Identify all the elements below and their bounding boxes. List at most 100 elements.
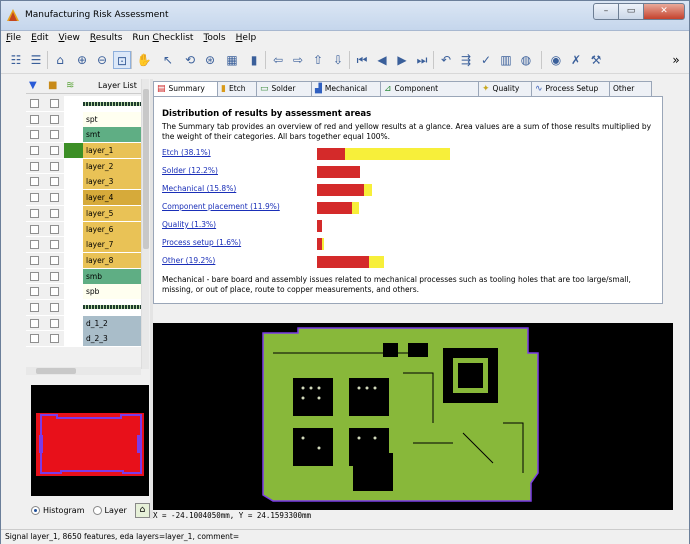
pcb-viewer[interactable]	[153, 323, 673, 510]
last-icon[interactable]: ⏭	[413, 51, 431, 69]
list-icon[interactable]: ☰	[27, 51, 45, 69]
layer-visible-checkbox[interactable]	[30, 130, 39, 140]
layer-row[interactable]: layer_8	[26, 252, 141, 269]
layer-row[interactable]: layer_5	[26, 205, 141, 222]
assessment-link[interactable]: Process setup (1.6%)	[162, 238, 241, 247]
layer-lock-checkbox[interactable]	[50, 318, 59, 328]
layer-row[interactable]: layer_2	[26, 158, 141, 175]
layer-visible-checkbox[interactable]	[30, 177, 39, 187]
layer-visible-checkbox[interactable]	[30, 271, 39, 281]
chart-icon[interactable]: ▮	[245, 51, 263, 69]
measure-icon[interactable]: ⟲	[181, 51, 199, 69]
arrow-up-icon[interactable]: ⇧	[309, 51, 327, 69]
layer-color-swatch[interactable]	[64, 143, 83, 159]
undo-icon[interactable]: ↶	[437, 51, 455, 69]
tab-summary[interactable]: ▤ Summary	[153, 81, 218, 97]
layer-color-swatch[interactable]	[64, 190, 83, 206]
layer-color-swatch[interactable]	[64, 174, 83, 190]
layer-lock-checkbox[interactable]	[50, 146, 59, 156]
layer-row[interactable]: d_1_2	[26, 315, 141, 332]
layer-row[interactable]: layer_6	[26, 221, 141, 238]
layer-lock-checkbox[interactable]	[50, 287, 59, 297]
layer-row[interactable]: smb	[26, 268, 141, 285]
layer-visible-checkbox[interactable]	[30, 255, 39, 265]
layers-stack-icon[interactable]: ≋	[66, 80, 74, 91]
layer-lock-checkbox[interactable]	[50, 271, 59, 281]
layer-visible-checkbox[interactable]	[30, 318, 39, 328]
layer-color-swatch[interactable]	[64, 96, 83, 111]
layer-color-swatch[interactable]	[64, 221, 83, 237]
eye-icon[interactable]: ◉	[547, 51, 565, 69]
first-icon[interactable]: ⏮	[353, 51, 371, 69]
menu-tools[interactable]: Tools	[198, 31, 230, 46]
layer-row[interactable]: layer_3	[26, 174, 141, 191]
menu-help[interactable]: Help	[231, 31, 262, 46]
assessment-link[interactable]: Component placement (11.9%)	[162, 202, 280, 211]
lock-icon[interactable]: ■	[48, 80, 57, 91]
next-icon[interactable]: ▶	[393, 51, 411, 69]
layer-lock-checkbox[interactable]	[50, 334, 59, 344]
layer-color-swatch[interactable]	[64, 158, 83, 174]
layer-visible-checkbox[interactable]	[30, 287, 39, 297]
layer-color-swatch[interactable]	[64, 127, 83, 143]
layer-lock-checkbox[interactable]	[50, 161, 59, 171]
tab-etch[interactable]: ▮ Etch	[217, 81, 257, 96]
layer-visible-checkbox[interactable]	[30, 224, 39, 234]
tab-other[interactable]: Other	[609, 81, 652, 96]
arrow-down-icon[interactable]: ⇩	[329, 51, 347, 69]
assessment-link[interactable]: Solder (12.2%)	[162, 166, 218, 175]
layer-row[interactable]: spt	[26, 111, 141, 128]
layer-visible-checkbox[interactable]	[30, 302, 39, 312]
zoom-select-icon[interactable]: ⊡	[113, 51, 131, 69]
drop-icon[interactable]: ◍	[517, 51, 535, 69]
layer-color-swatch[interactable]	[64, 315, 83, 331]
layer-color-swatch[interactable]	[64, 268, 83, 284]
layer-lock-checkbox[interactable]	[50, 224, 59, 234]
home-icon[interactable]: ⌂	[51, 51, 69, 69]
menu-view[interactable]: View	[54, 31, 85, 46]
minimize-button[interactable]: –	[593, 3, 619, 20]
zoom-in-icon[interactable]: ⊕	[73, 51, 91, 69]
layer-visible-checkbox[interactable]	[30, 161, 39, 171]
layers-icon[interactable]: ☷	[7, 51, 25, 69]
bars-icon[interactable]: ▥	[497, 51, 515, 69]
assessment-link[interactable]: Quality (1.3%)	[162, 220, 216, 229]
layer-row[interactable]: layer_1	[26, 143, 141, 159]
layer-color-swatch[interactable]	[64, 299, 83, 315]
tab-component-placement[interactable]: ⊿Component Placement	[380, 81, 479, 107]
layer-visible-checkbox[interactable]	[30, 99, 39, 108]
close-x-icon[interactable]: ✗	[567, 51, 585, 69]
layer-row[interactable]: d_2_3	[26, 331, 141, 347]
layer-list-scrollbar[interactable]	[141, 79, 149, 369]
menu-run-checklist[interactable]: Run Checklist	[127, 31, 198, 46]
layer-row[interactable]: spb	[26, 284, 141, 300]
zoom-out-icon[interactable]: ⊖	[93, 51, 111, 69]
layer-color-swatch[interactable]	[64, 331, 83, 347]
layer-color-swatch[interactable]	[64, 205, 83, 221]
export-icon[interactable]: ⌂	[134, 503, 150, 518]
layer-row[interactable]: layer_7	[26, 237, 141, 253]
tab-solder[interactable]: ▭ Solder	[256, 81, 312, 96]
pointer-icon[interactable]: ↖	[159, 51, 177, 69]
layer-visible-checkbox[interactable]	[30, 114, 39, 124]
layer-lock-checkbox[interactable]	[50, 302, 59, 312]
layer-row[interactable]	[26, 96, 141, 112]
layer-visible-checkbox[interactable]	[30, 193, 39, 203]
layer-lock-checkbox[interactable]	[50, 255, 59, 265]
assessment-link[interactable]: Other (19.2%)	[162, 256, 215, 265]
menu-file[interactable]: File	[1, 31, 26, 46]
layer-color-swatch[interactable]	[64, 237, 83, 253]
layer-radio[interactable]	[92, 506, 102, 515]
hscroll-thumb[interactable]	[36, 368, 76, 374]
layer-lock-checkbox[interactable]	[50, 130, 59, 140]
menu-results[interactable]: Results	[85, 31, 128, 46]
tab-process-setup[interactable]: ∿ Process Setup	[531, 81, 610, 96]
layer-color-swatch[interactable]	[64, 111, 83, 127]
layer-row[interactable]: layer_4	[26, 190, 141, 206]
layer-lock-checkbox[interactable]	[50, 177, 59, 187]
filter-icon[interactable]: ▼	[29, 80, 37, 91]
layer-lock-checkbox[interactable]	[50, 240, 59, 250]
layer-lock-checkbox[interactable]	[50, 208, 59, 218]
assessment-link[interactable]: Mechanical (15.8%)	[162, 184, 236, 193]
maximize-button[interactable]: ▭	[618, 3, 644, 20]
